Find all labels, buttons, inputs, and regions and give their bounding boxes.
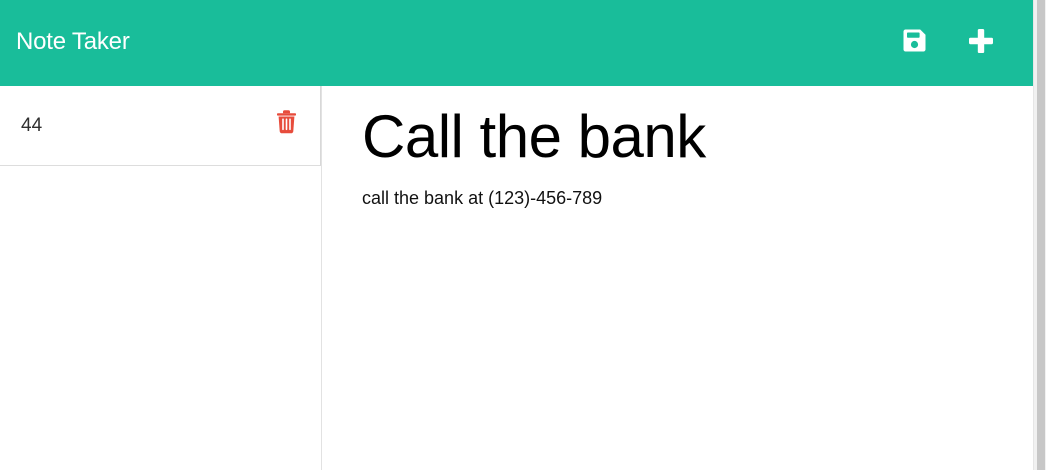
notes-sidebar: 44 [0,86,322,470]
note-taker-app: Note Taker 44 Call the bank call the ban… [0,0,1046,470]
save-note-button[interactable] [895,22,933,60]
app-title[interactable]: Note Taker [16,27,130,57]
top-navbar: Note Taker [0,0,1033,86]
note-editor: Call the bank call the bank at (123)-456… [322,86,1033,470]
floppy-disk-icon [900,27,928,55]
vertical-scrollbar[interactable] [1033,0,1046,470]
note-list-item[interactable]: 44 [0,86,321,166]
scrollbar-thumb[interactable] [1037,0,1045,470]
plus-icon [965,25,997,57]
note-body-field[interactable]: call the bank at (123)-456-789 [362,186,1012,210]
delete-note-button[interactable] [275,109,298,134]
notes-list: 44 [0,86,321,166]
trash-icon [275,110,298,138]
note-title-field[interactable]: Call the bank [362,103,1012,171]
note-list-item-title[interactable]: 44 [21,114,42,138]
new-note-button[interactable] [962,22,1000,60]
